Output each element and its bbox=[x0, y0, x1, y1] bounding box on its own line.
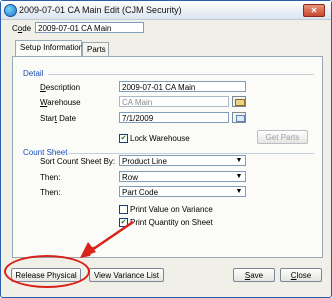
code-field[interactable]: 2009-07-01 CA Main bbox=[35, 22, 144, 33]
chevron-down-icon: ▼ bbox=[235, 157, 243, 164]
save-button[interactable]: Save bbox=[233, 268, 275, 282]
chevron-down-icon: ▼ bbox=[235, 173, 243, 180]
then2-label: Then: bbox=[40, 188, 61, 197]
then1-select[interactable]: Row ▼ bbox=[119, 171, 246, 182]
count-sheet-group-title: Count Sheet bbox=[23, 148, 68, 157]
print-value-checkbox[interactable] bbox=[119, 205, 128, 214]
start-date-label: Start Date bbox=[40, 114, 77, 123]
warehouse-label: Warehouse bbox=[40, 98, 81, 107]
window-close-button[interactable]: ✕ bbox=[303, 4, 325, 17]
start-date-field[interactable]: 7/1/2009 bbox=[119, 112, 229, 123]
print-value-label: Print Value on Variance bbox=[130, 205, 213, 214]
sort-select-value: Product Line bbox=[122, 157, 167, 166]
lock-warehouse-label: Lock Warehouse bbox=[130, 134, 190, 143]
close-button[interactable]: Close bbox=[280, 268, 322, 282]
edit-window: 2009-07-01 CA Main Edit (CJM Security) ✕… bbox=[0, 0, 332, 298]
then2-select[interactable]: Part Code ▼ bbox=[119, 186, 246, 197]
print-quantity-label: Print Quantity on Sheet bbox=[130, 218, 213, 227]
warehouse-lookup-button[interactable] bbox=[232, 96, 246, 107]
calendar-icon bbox=[236, 115, 245, 122]
view-variance-list-button[interactable]: View Variance List bbox=[89, 268, 164, 282]
get-parts-button[interactable]: Get Parts bbox=[257, 130, 308, 144]
annotation-highlight-ellipse bbox=[4, 255, 90, 288]
lookup-icon bbox=[235, 99, 245, 106]
detail-divider bbox=[48, 74, 314, 75]
tab-parts[interactable]: Parts bbox=[82, 42, 109, 56]
setup-panel: Detail Description 2009-07-01 CA Main Wa… bbox=[12, 56, 323, 258]
description-field[interactable]: 2009-07-01 CA Main bbox=[119, 81, 246, 92]
detail-group-title: Detail bbox=[23, 69, 44, 78]
warehouse-field[interactable]: CA Main bbox=[119, 96, 229, 107]
then2-select-value: Part Code bbox=[122, 188, 159, 197]
description-label: Description bbox=[40, 83, 81, 92]
sort-label: Sort Count Sheet By: bbox=[40, 157, 116, 166]
code-label: Code bbox=[12, 24, 32, 33]
chevron-down-icon: ▼ bbox=[235, 188, 243, 195]
title-bar: 2009-07-01 CA Main Edit (CJM Security) ✕ bbox=[1, 1, 331, 20]
sort-select[interactable]: Product Line ▼ bbox=[119, 155, 246, 166]
lock-warehouse-checkbox[interactable]: ✔ bbox=[119, 134, 128, 143]
count-sheet-divider bbox=[68, 153, 314, 154]
calendar-button[interactable] bbox=[232, 112, 246, 123]
tab-setup-information[interactable]: Setup Information bbox=[15, 40, 83, 57]
window-title: 2009-07-01 CA Main Edit (CJM Security) bbox=[19, 5, 182, 15]
app-icon bbox=[4, 4, 17, 17]
then1-label: Then: bbox=[40, 173, 61, 182]
then1-select-value: Row bbox=[122, 173, 139, 182]
print-quantity-checkbox[interactable]: ✔ bbox=[119, 218, 128, 227]
